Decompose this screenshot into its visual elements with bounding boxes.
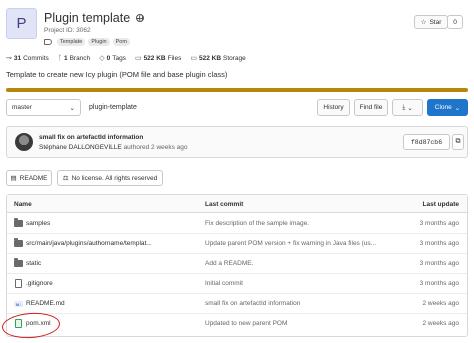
scale-icon: ⚖ <box>62 175 69 182</box>
chevron-down-icon: ⌄ <box>407 104 413 112</box>
folder-icon <box>14 238 23 247</box>
commit-meta: Stéphane DALLONGEVILLE authored 2 weeks … <box>39 144 188 151</box>
download-button[interactable]: ⤓ ⌄ <box>392 99 423 116</box>
file-name[interactable]: README.md <box>26 300 65 307</box>
project-title-row: Plugin template <box>44 11 145 25</box>
book-icon: ▤ <box>10 175 17 182</box>
commit-icon: ⊸ <box>6 55 12 62</box>
file-name[interactable]: static <box>26 260 41 267</box>
project-avatar: P <box>6 8 37 39</box>
folder-icon <box>14 258 23 267</box>
find-file-button[interactable]: Find file <box>354 99 388 116</box>
project-id: Project ID: 3062 <box>44 27 91 34</box>
globe-icon <box>136 14 145 22</box>
license-label: No license. All rights reserved <box>71 174 158 182</box>
chevron-down-icon: ⌄ <box>454 104 461 112</box>
file-icon <box>15 279 22 288</box>
storage-stat: ▭ 522 KB Storage <box>190 54 246 63</box>
language-bar <box>6 88 468 92</box>
table-row[interactable]: .gitignore Initial commit 3 months ago <box>7 274 467 294</box>
row-updated: 3 months ago <box>419 280 459 287</box>
row-updated: 3 months ago <box>419 260 459 267</box>
file-name[interactable]: src/main/java/plugins/authorname/templat… <box>26 240 152 247</box>
commit-author[interactable]: Stéphane DALLONGEVILLE <box>39 144 122 151</box>
row-updated: 2 weeks ago <box>422 320 460 327</box>
star-count[interactable]: 0 <box>447 15 463 29</box>
column-header-name: Name <box>14 201 32 208</box>
table-header: Name Last commit Last update <box>7 195 467 213</box>
file-icon: ▭ <box>134 55 142 62</box>
last-commit-panel: small fix on artefactId information Stép… <box>6 126 468 158</box>
table-row[interactable]: M↓ README.md small fix on artefactId inf… <box>7 294 467 314</box>
readme-button[interactable]: ▤ README <box>6 170 52 186</box>
files-stat[interactable]: ▭ 522 KB Files <box>134 54 181 63</box>
folder-icon <box>14 218 23 227</box>
commit-sha[interactable]: f8d87cb6 <box>403 134 450 150</box>
language-bar-fill <box>6 88 468 92</box>
row-commit[interactable]: Updated to new parent POM <box>205 320 287 327</box>
history-button[interactable]: History <box>317 99 350 116</box>
copy-icon[interactable]: ⧉ <box>452 134 464 150</box>
commits-stat[interactable]: ⊸ 31 Commits <box>6 54 49 63</box>
column-header-last-commit: Last commit <box>205 201 244 208</box>
project-stats: ⊸ 31 Commits ᚴ 1 Branch ◇ 0 Tags ▭ 522 KB Fi… <box>6 54 246 63</box>
file-name[interactable]: .gitignore <box>26 280 53 287</box>
topic-badge[interactable]: Plugin <box>88 38 110 46</box>
project-description: Template to create new Icy plugin (POM f… <box>6 70 228 79</box>
star-button[interactable]: ☆ Star <box>414 15 448 29</box>
file-name[interactable]: samples <box>26 220 50 227</box>
clone-label: Clone <box>434 104 452 111</box>
file-table: Name Last commit Last update samples Fix… <box>6 194 468 337</box>
markdown-icon: M↓ <box>14 301 23 307</box>
clone-button[interactable]: Clone ⌄ <box>427 99 468 116</box>
branches-stat[interactable]: ᚴ 1 Branch <box>58 54 90 62</box>
row-commit[interactable]: Update parent POM version + fix warning … <box>205 240 376 247</box>
row-commit[interactable]: Add a README. <box>205 260 253 267</box>
branch-selector[interactable]: master ⌄ <box>6 99 81 116</box>
row-updated: 2 weeks ago <box>422 300 460 307</box>
tags-stat[interactable]: ◇ 0 Tags <box>99 54 126 63</box>
row-updated: 3 months ago <box>419 220 459 227</box>
download-icon: ⤓ <box>402 103 406 111</box>
readme-label: README <box>19 174 48 182</box>
column-header-last-update: Last update <box>422 201 459 208</box>
table-row[interactable]: src/main/java/plugins/authorname/templat… <box>7 234 467 254</box>
storage-icon: ▭ <box>190 55 197 62</box>
branch-icon: ᚴ <box>57 54 62 62</box>
tag-icon <box>44 39 52 45</box>
row-commit[interactable]: small fix on artefactId information <box>205 300 300 307</box>
row-commit[interactable]: Fix description of the sample image. <box>205 220 309 227</box>
row-commit[interactable]: Initial commit <box>205 280 243 287</box>
branch-name: master <box>12 104 32 111</box>
project-title[interactable]: Plugin template <box>44 11 130 25</box>
row-updated: 3 months ago <box>419 240 459 247</box>
commit-title[interactable]: small fix on artefactId information <box>39 134 143 141</box>
tag-icon: ◇ <box>99 55 105 62</box>
topic-badge[interactable]: Pom <box>112 38 130 46</box>
breadcrumb[interactable]: plugin-template <box>89 104 137 111</box>
table-row[interactable]: samples Fix description of the sample im… <box>7 214 467 234</box>
license-button[interactable]: ⚖ No license. All rights reserved <box>57 170 163 186</box>
commit-time: authored 2 weeks ago <box>123 144 188 151</box>
star-label: Star <box>429 18 442 26</box>
table-row[interactable]: static Add a README. 3 months ago <box>7 254 467 274</box>
avatar[interactable] <box>15 133 33 151</box>
chevron-down-icon: ⌄ <box>69 104 75 112</box>
topic-badge[interactable]: Template <box>57 38 86 46</box>
star-icon: ☆ <box>420 19 427 26</box>
table-row[interactable]: pom.xml Updated to new parent POM 2 week… <box>7 314 467 334</box>
project-topics: Template Plugin Pom <box>44 38 130 46</box>
